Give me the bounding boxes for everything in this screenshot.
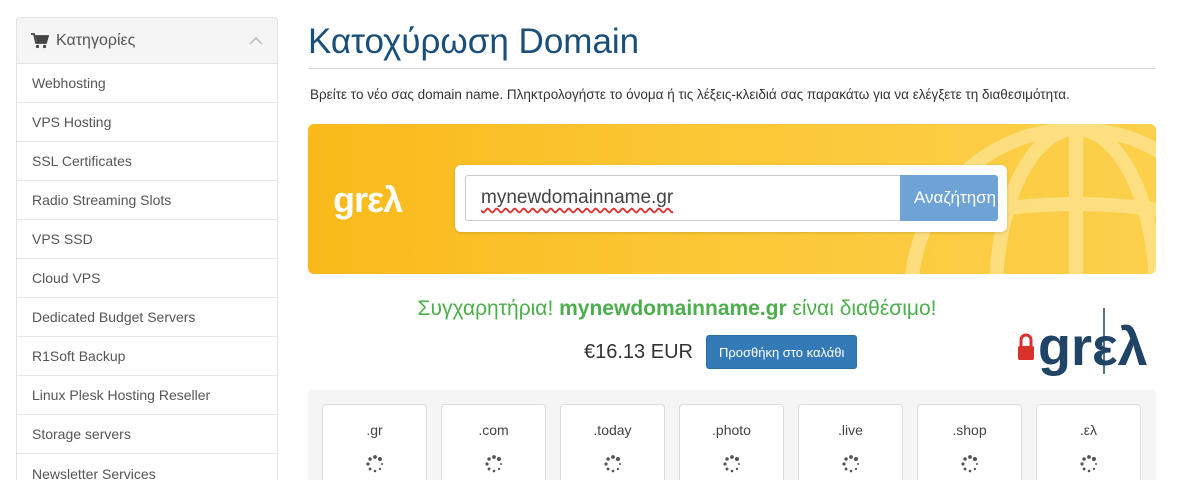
- sidebar-item-r1soft-backup[interactable]: R1Soft Backup: [17, 337, 277, 376]
- search-button[interactable]: Αναζήτηση: [900, 175, 998, 221]
- page-title: Κατοχύρωση Domain: [308, 22, 640, 61]
- tld-label: .photo: [712, 422, 751, 438]
- tld-option[interactable]: .shop: [917, 404, 1022, 480]
- search-card: mynewdomainname.gr Αναζήτηση: [455, 165, 1007, 232]
- loading-spinner-icon: [484, 455, 502, 473]
- add-to-cart-button[interactable]: Προσθήκη στο καλάθι: [705, 335, 858, 369]
- tld-option[interactable]: .com: [441, 404, 546, 480]
- tld-label: .live: [838, 422, 863, 438]
- domain-search-banner: grελ mynewdomainname.gr Αναζήτηση: [308, 124, 1156, 274]
- registry-logo-text: grελ: [1038, 317, 1148, 377]
- categories-panel: Κατηγορίες Webhosting VPS Hosting SSL Ce…: [16, 17, 278, 480]
- sidebar-item-dedicated-budget-servers[interactable]: Dedicated Budget Servers: [17, 298, 277, 337]
- banner-gr-logo: grελ: [333, 179, 403, 220]
- tld-label: .ελ: [1079, 422, 1098, 438]
- intro-text: Βρείτε το νέο σας domain name. Πληκτρολο…: [310, 87, 1070, 102]
- tld-label: .shop: [952, 422, 987, 438]
- tld-label: .com: [478, 422, 509, 438]
- sidebar-item-vps-ssd[interactable]: VPS SSD: [17, 220, 277, 259]
- sidebar-item-newsletter-services[interactable]: Newsletter Services: [17, 454, 277, 480]
- tld-option[interactable]: .ελ: [1036, 404, 1141, 480]
- sidebar-item-cloud-vps[interactable]: Cloud VPS: [17, 259, 277, 298]
- chevron-up-icon[interactable]: [249, 36, 263, 46]
- tld-label: .today: [593, 422, 632, 438]
- loading-spinner-icon: [841, 455, 859, 473]
- loading-spinner-icon: [603, 455, 621, 473]
- tld-option[interactable]: .live: [798, 404, 903, 480]
- sidebar-item-linux-plesk-reseller[interactable]: Linux Plesk Hosting Reseller: [17, 376, 277, 415]
- categories-title: Κατηγορίες: [56, 31, 136, 49]
- domain-search-input[interactable]: mynewdomainname.gr: [465, 175, 901, 221]
- tld-option[interactable]: .photo: [679, 404, 784, 480]
- loading-spinner-icon: [960, 455, 978, 473]
- title-divider: [308, 68, 1156, 69]
- categories-header[interactable]: Κατηγορίες: [17, 18, 277, 64]
- price-row: €16.13 EUR Προσθήκη στο καλάθι: [584, 335, 858, 369]
- sidebar-item-ssl-certificates[interactable]: SSL Certificates: [17, 142, 277, 181]
- loading-spinner-icon: [1079, 455, 1097, 473]
- domain-price: €16.13 EUR: [584, 340, 693, 363]
- sidebar-item-webhosting[interactable]: Webhosting: [17, 64, 277, 103]
- tld-option[interactable]: .today: [560, 404, 665, 480]
- loading-spinner-icon: [722, 455, 740, 473]
- sidebar-item-vps-hosting[interactable]: VPS Hosting: [17, 103, 277, 142]
- loading-spinner-icon: [365, 455, 383, 473]
- sidebar-item-storage-servers[interactable]: Storage servers: [17, 415, 277, 454]
- tld-suggestions-panel: .gr .com .today .photo .live .shop .ελ: [308, 390, 1156, 480]
- shopping-cart-icon: [31, 32, 49, 48]
- tld-label: .gr: [366, 422, 383, 438]
- sidebar-item-radio-streaming-slots[interactable]: Radio Streaming Slots: [17, 181, 277, 220]
- available-domain: mynewdomainname.gr: [559, 297, 787, 320]
- tld-option[interactable]: .gr: [322, 404, 427, 480]
- gr-registry-logo: grελ: [1018, 308, 1148, 377]
